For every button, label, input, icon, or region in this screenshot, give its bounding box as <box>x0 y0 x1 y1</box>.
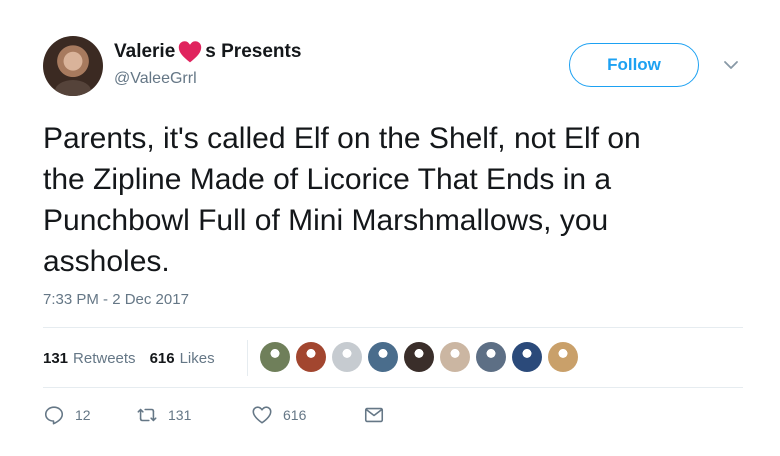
reply-icon <box>44 406 64 425</box>
liker-avatar[interactable] <box>296 342 326 372</box>
liker-avatar[interactable] <box>332 342 362 372</box>
heart-emoji-icon <box>179 41 202 63</box>
reply-action[interactable]: 12 <box>43 404 136 426</box>
likes-count: 616 <box>149 349 175 367</box>
message-icon <box>364 407 384 423</box>
chevron-down-icon[interactable] <box>722 58 740 72</box>
like-icon <box>252 406 272 424</box>
retweet-count: 131 <box>168 407 192 423</box>
liker-avatars <box>260 342 584 372</box>
author-handle[interactable]: @ValeeGrrl <box>114 70 197 88</box>
profile-avatar[interactable] <box>43 36 103 96</box>
tweet-timestamp[interactable]: 7:33 PM - 2 Dec 2017 <box>43 291 189 308</box>
likes-stat[interactable]: 616 Likes <box>150 350 215 367</box>
liker-avatar[interactable] <box>368 342 398 372</box>
retweets-count: 131 <box>43 349 69 367</box>
liker-avatar[interactable] <box>548 342 578 372</box>
liker-avatar[interactable] <box>512 342 542 372</box>
author-name[interactable]: Valerie s Presents <box>114 40 301 64</box>
like-count: 616 <box>283 407 307 423</box>
like-action[interactable]: 616 <box>251 404 363 426</box>
liker-avatar[interactable] <box>440 342 470 372</box>
tweet-text: Parents, it's called Elf on the Shelf, n… <box>43 122 641 278</box>
liker-avatar[interactable] <box>404 342 434 372</box>
reply-count: 12 <box>75 407 91 423</box>
divider-top <box>43 327 743 328</box>
direct-message-action[interactable] <box>363 404 385 426</box>
liker-avatar[interactable] <box>260 342 290 372</box>
tweet-stats: 131 Retweets 616 Likes <box>43 346 229 370</box>
divider-bottom <box>43 387 743 388</box>
likes-label: Likes <box>179 349 215 367</box>
retweets-stat[interactable]: 131 Retweets <box>43 350 136 367</box>
stats-separator <box>247 340 248 376</box>
author-name-first: Valerie <box>114 41 176 62</box>
retweet-action[interactable]: 131 <box>136 404 251 426</box>
author-name-rest: s Presents <box>205 41 302 62</box>
follow-button[interactable]: Follow <box>569 43 699 87</box>
retweets-label: Retweets <box>73 349 136 367</box>
tweet-actions: 12 131 616 <box>43 404 385 426</box>
liker-avatar[interactable] <box>476 342 506 372</box>
retweet-icon <box>137 408 157 422</box>
